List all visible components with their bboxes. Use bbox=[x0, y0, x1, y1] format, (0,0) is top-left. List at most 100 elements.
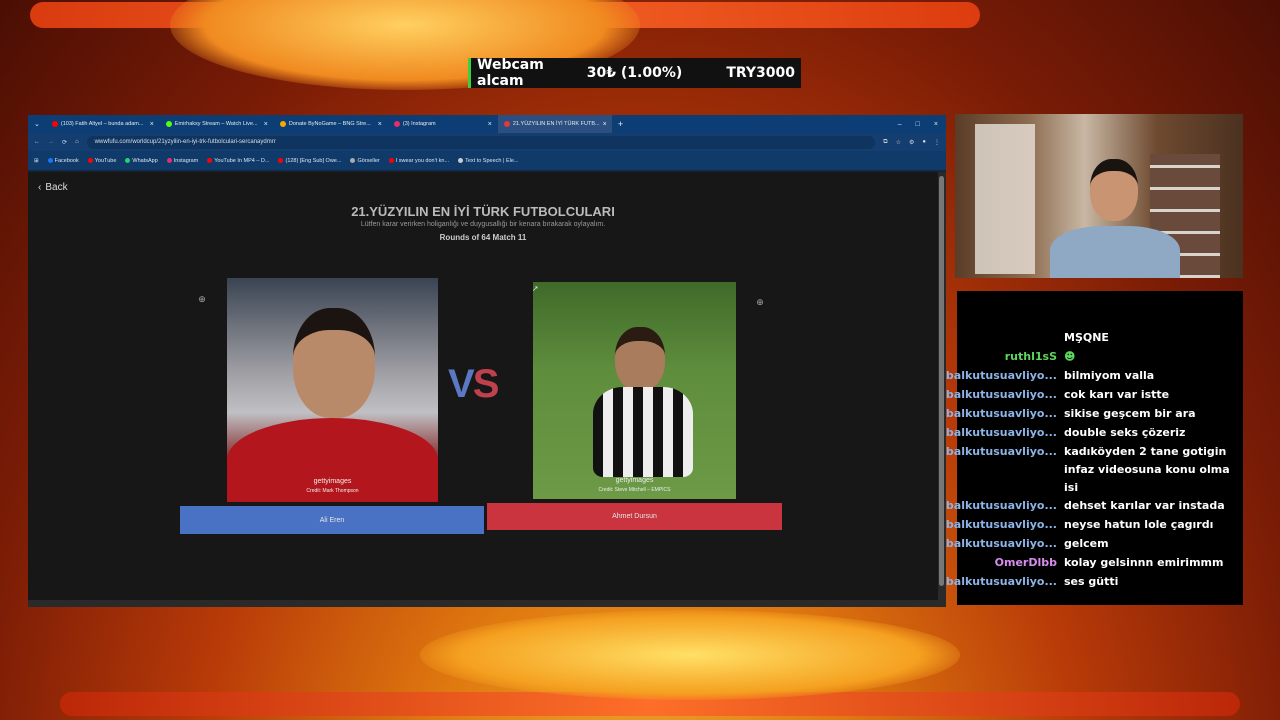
chat-username[interactable]: balkutusuavliyo... bbox=[946, 405, 1057, 423]
site-icon bbox=[503, 121, 510, 127]
chat-username[interactable]: ruthl1sS bbox=[1005, 348, 1057, 366]
google-icon bbox=[350, 158, 356, 163]
tab-donate[interactable]: Donate ByNoGame – BNG Stre... × bbox=[274, 115, 388, 133]
back-link[interactable]: ‹ Back bbox=[38, 182, 68, 193]
chat-username[interactable]: balkutusuavliyo... bbox=[946, 424, 1057, 442]
zoom-icon-left[interactable]: ⊕ bbox=[196, 293, 208, 305]
bookmark-label: YouTube In MP4 – D... bbox=[214, 157, 270, 164]
chat-text: kolay gelsinnn emirimmm bbox=[1064, 556, 1224, 569]
scrollbar-thumb[interactable] bbox=[939, 176, 944, 586]
maximize-icon[interactable]: □ bbox=[916, 121, 920, 128]
tab-youtube[interactable]: (103) Fatih Altyel – bunda adam... × bbox=[46, 115, 160, 133]
chat-text: neyse hatun lole çagırdı bbox=[1064, 518, 1214, 531]
chat-username[interactable]: balkutusuavliyo... bbox=[946, 386, 1057, 404]
close-icon[interactable]: × bbox=[378, 121, 382, 128]
facebook-icon bbox=[47, 158, 53, 163]
youtube-icon bbox=[87, 158, 93, 163]
chat-username[interactable]: balkutusuavliyo... bbox=[946, 367, 1057, 385]
bookmark-item[interactable]: I swear you don't kn... bbox=[388, 157, 450, 164]
bookmark-label: YouTube bbox=[94, 157, 117, 164]
chat-username[interactable]: balkutusuavliyo... bbox=[946, 516, 1057, 534]
bookmark-item[interactable]: WhatsApp bbox=[125, 157, 158, 164]
vote-button-left[interactable]: Ali Eren bbox=[180, 506, 484, 534]
new-tab-icon[interactable]: + bbox=[612, 119, 629, 129]
youtube-icon bbox=[207, 158, 213, 163]
forward-arrow-icon[interactable]: → bbox=[48, 139, 54, 145]
page-subtitle: Lütfen karar verirken holiganlığı ve duy… bbox=[360, 221, 606, 228]
close-icon[interactable]: × bbox=[603, 121, 607, 128]
watermark: gettyimages bbox=[615, 477, 654, 484]
chat-text: bilmiyom valla bbox=[1064, 369, 1155, 382]
bookmark-item[interactable]: Instagram bbox=[166, 158, 198, 164]
chat-username[interactable]: balkutusuavliyo... bbox=[946, 573, 1057, 591]
youtube-icon bbox=[388, 158, 394, 163]
chat-username[interactable]: balkutusuavliyo... bbox=[946, 443, 1057, 461]
browser-window: ⌄ (103) Fatih Altyel – bunda adam... × Em… bbox=[28, 115, 946, 607]
tab-list-icon[interactable]: ⌄ bbox=[28, 120, 46, 128]
webcam-feed bbox=[955, 114, 1243, 278]
chat-text: dehset karılar var instada bbox=[1064, 499, 1225, 512]
extensions-icon[interactable]: ⚙ bbox=[909, 139, 914, 146]
minimize-icon[interactable]: – bbox=[898, 121, 902, 128]
address-input[interactable]: wwwfufu.com/worldcup/21yzyilin-en-iyi-tr… bbox=[86, 135, 876, 149]
bookmark-star-icon[interactable]: ☆ bbox=[896, 139, 901, 146]
player-photo-left[interactable]: gettyimages Credit: Mark Thompson bbox=[227, 278, 438, 502]
chat-username[interactable]: OmerDlbb bbox=[995, 554, 1057, 572]
bookmark-label: Görseller bbox=[357, 157, 380, 164]
bookmark-item[interactable]: Görseller bbox=[350, 157, 380, 164]
tab-label: Emirhaksy Stream – Watch Live... bbox=[174, 121, 258, 127]
bookmark-item[interactable]: Text to Speech | Ele... bbox=[458, 158, 518, 164]
vs-s: S bbox=[472, 362, 500, 406]
donation-goal-bar: Webcam alcam 30₺ (1.00%) TRY3000 bbox=[468, 57, 801, 89]
vote-button-right[interactable]: Ahmet Dursun bbox=[487, 503, 782, 530]
bookmark-label: (128) [Eng Sub] Owe... bbox=[285, 157, 342, 164]
apps-grid-icon[interactable]: ⊞ bbox=[34, 158, 39, 164]
close-icon[interactable]: × bbox=[150, 121, 154, 128]
kick-icon bbox=[165, 121, 172, 127]
tab-kick[interactable]: Emirhaksy Stream – Watch Live... × bbox=[160, 115, 274, 133]
bookmark-label: Facebook bbox=[54, 157, 79, 164]
youtube-icon bbox=[278, 158, 284, 163]
zoom-icon-right[interactable]: ⊕ bbox=[754, 296, 766, 308]
bookmark-item[interactable]: Facebook bbox=[47, 157, 79, 164]
bookmark-item[interactable]: (128) [Eng Sub] Owe... bbox=[278, 158, 341, 164]
photo-credit: Credit: Steve Mitchell – EMPICS bbox=[598, 487, 671, 493]
url-bar: ← → ⟳ ⌂ wwwfufu.com/worldcup/21yzyilin-e… bbox=[28, 133, 946, 151]
home-icon[interactable]: ⌂ bbox=[75, 139, 79, 145]
bookmark-item[interactable]: YouTube bbox=[87, 157, 117, 164]
back-label: Back bbox=[45, 182, 68, 193]
close-icon[interactable]: × bbox=[264, 121, 268, 128]
reload-icon[interactable]: ⟳ bbox=[62, 139, 67, 146]
bookmarks-bar: ⊞ Facebook YouTube WhatsApp Instagram Yo… bbox=[28, 151, 946, 171]
close-window-icon[interactable]: × bbox=[934, 121, 938, 128]
instagram-icon bbox=[166, 158, 172, 163]
chat-text: sikise geşcem bir ara bbox=[1064, 407, 1196, 420]
player-head bbox=[615, 327, 665, 391]
donation-goal: TRY3000 bbox=[726, 65, 795, 81]
streamer-head bbox=[1090, 159, 1138, 221]
whatsapp-icon bbox=[125, 158, 131, 163]
tab-worldcup[interactable]: 21.YÜZYILIN EN İYİ TÜRK FUTB... × bbox=[497, 115, 612, 133]
tab-label: (3) Instagram bbox=[402, 121, 436, 127]
bookmark-label: WhatsApp bbox=[132, 157, 158, 164]
back-arrow-icon[interactable]: ← bbox=[34, 139, 40, 145]
chat-username[interactable]: balkutusuavliyo... bbox=[946, 535, 1057, 553]
watermark: gettyimages bbox=[313, 478, 352, 485]
chat-text: gelcem bbox=[1064, 537, 1109, 550]
vs-label: VS bbox=[448, 362, 500, 407]
profile-icon[interactable]: ● bbox=[922, 139, 926, 145]
chat-text: ses gütti bbox=[1064, 575, 1119, 588]
chat-text: cok karı var istte bbox=[1064, 388, 1170, 401]
menu-icon[interactable]: ⋮ bbox=[934, 139, 940, 146]
player-photo-right[interactable]: gettyimages Credit: Steve Mitchell – EMP… bbox=[533, 282, 736, 499]
translate-icon[interactable]: ⧉ bbox=[883, 139, 887, 146]
chat-username[interactable]: balkutusuavliyo... bbox=[946, 497, 1057, 515]
vertical-scrollbar[interactable] bbox=[938, 172, 946, 600]
bookmark-item[interactable]: YouTube In MP4 – D... bbox=[207, 158, 269, 164]
close-icon[interactable]: × bbox=[488, 121, 492, 128]
tab-instagram[interactable]: (3) Instagram × bbox=[388, 115, 498, 133]
tab-label: Donate ByNoGame – BNG Stre... bbox=[288, 121, 371, 127]
horizontal-scrollbar[interactable] bbox=[28, 600, 946, 607]
chat-text: double seks çözeriz bbox=[1064, 426, 1186, 439]
bookmark-label: I swear you don't kn... bbox=[395, 157, 450, 164]
